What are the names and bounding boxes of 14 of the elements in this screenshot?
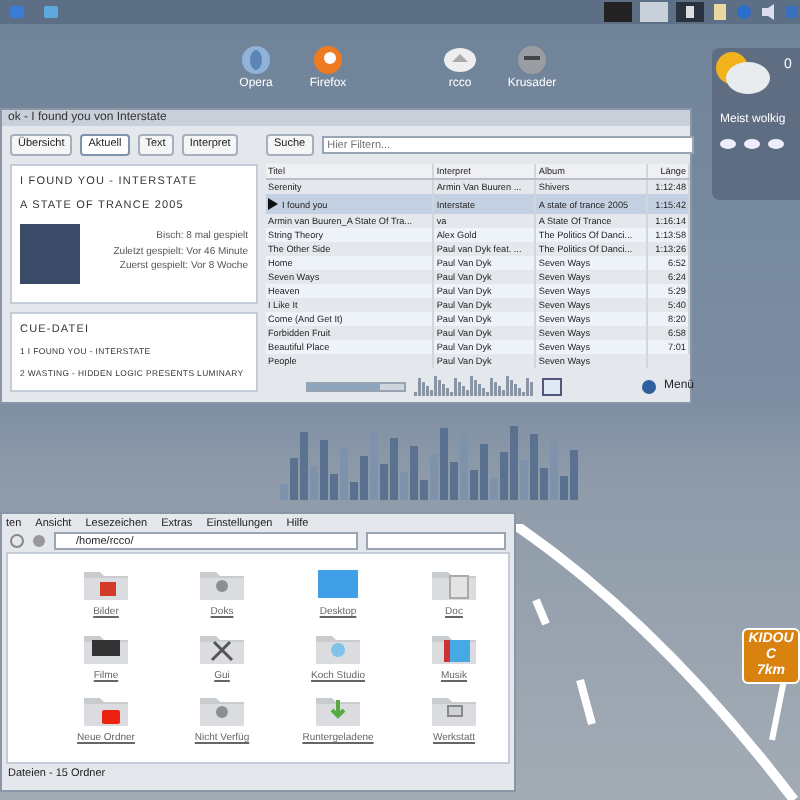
folder-icon[interactable] — [82, 692, 130, 728]
folder-icon[interactable] — [430, 692, 478, 728]
search-field[interactable] — [366, 532, 506, 550]
volume-slider[interactable] — [306, 381, 406, 391]
monitor-icon[interactable] — [314, 566, 362, 602]
folder-icon[interactable] — [82, 566, 130, 602]
spectrum-analyzer-drawing — [414, 376, 534, 396]
download-folder-icon[interactable] — [314, 692, 362, 728]
desktop-pager-icon[interactable] — [676, 2, 704, 22]
folder-icon[interactable] — [430, 566, 478, 602]
photo-placeholder — [20, 223, 80, 283]
window-icon[interactable] — [542, 377, 562, 395]
speaker-icon[interactable] — [760, 2, 776, 22]
sun-cloud-icon — [712, 48, 772, 96]
